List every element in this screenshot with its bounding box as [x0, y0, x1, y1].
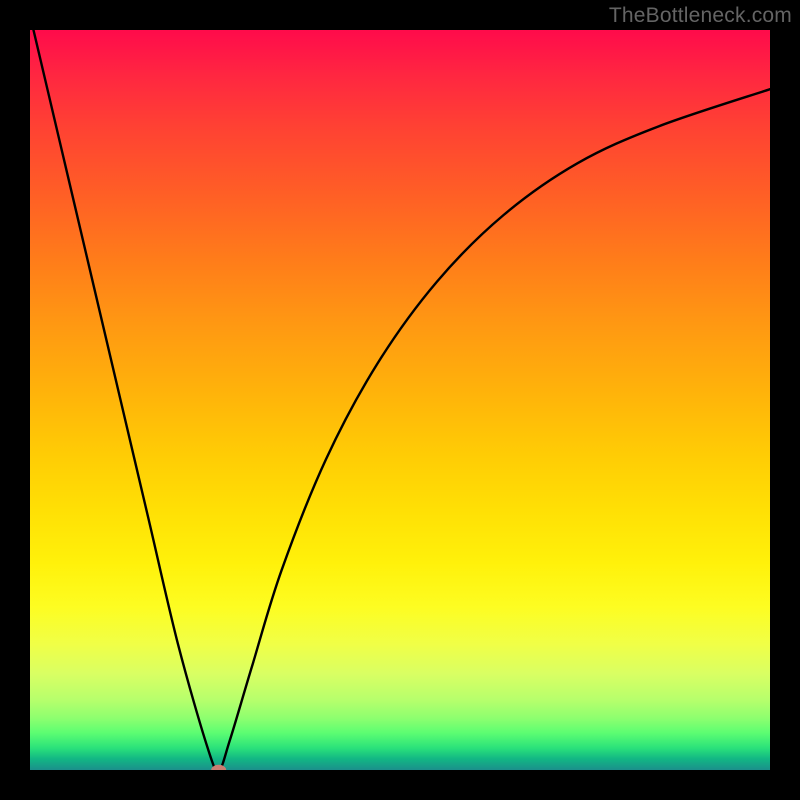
- plot-area: [30, 30, 770, 770]
- bottleneck-curve: [30, 30, 770, 770]
- watermark-text: TheBottleneck.com: [609, 4, 792, 28]
- chart-frame: TheBottleneck.com: [0, 0, 800, 800]
